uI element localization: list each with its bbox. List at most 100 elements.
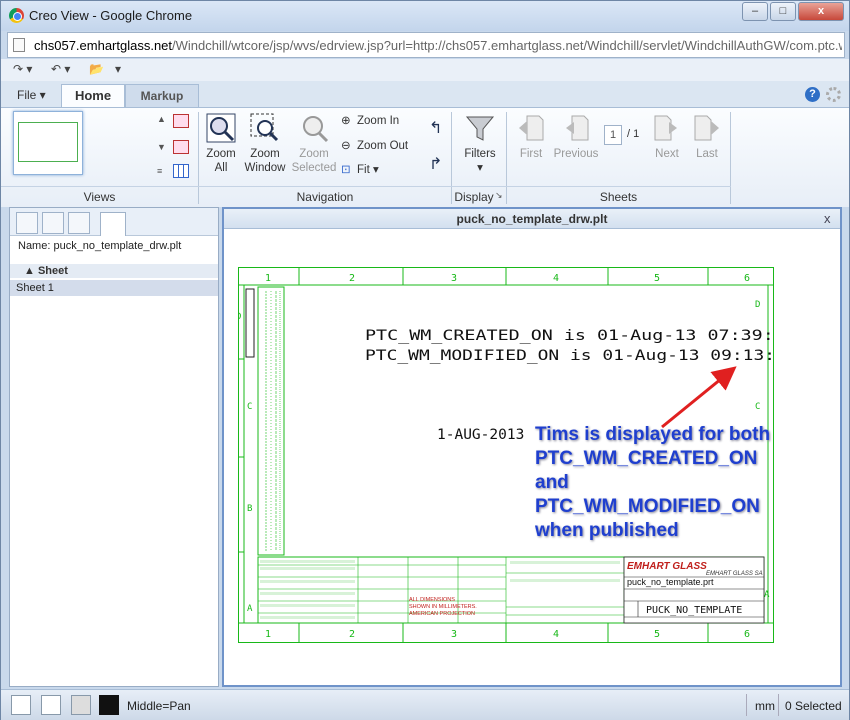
window-title: Creo View - Google Chrome [29, 8, 193, 23]
status-separator [746, 694, 747, 716]
structure-tab-icon[interactable] [16, 212, 38, 234]
url-text[interactable]: chs057.emhartglass.net/Windchill/wtcore/… [34, 38, 842, 53]
rotate-left-icon[interactable]: ↰ [429, 118, 442, 138]
sheet-list-item[interactable]: Sheet 1 [10, 280, 218, 296]
next-label: Next [655, 148, 679, 160]
undo-icon[interactable]: ↶ ▾ [51, 62, 70, 76]
tree-tab-icon[interactable] [68, 212, 90, 234]
quick-access-toolbar: ↷ ▾ ↶ ▾ 📂 ▾ [1, 59, 849, 81]
filters-label: Filters [464, 148, 496, 160]
group-label-navigation: Navigation [296, 190, 354, 204]
status-bar: Middle=Pan mm 0 Selected [1, 689, 849, 720]
annotation-line: and [535, 472, 569, 493]
page-number-input[interactable]: 1 [604, 125, 622, 145]
zoom-selected-label-1: Zoom [299, 148, 329, 160]
group-label-sheets: Sheets [599, 190, 638, 204]
view-delete-icon[interactable] [173, 140, 189, 154]
first-sheet-button[interactable]: First [511, 112, 551, 161]
tab-file-label: File [17, 88, 37, 102]
zoom-window-label-2: Window [244, 162, 286, 174]
views-more-icon[interactable]: ≡ [157, 166, 162, 176]
page-icon [13, 38, 25, 52]
selection-count: 0 Selected [785, 699, 842, 713]
zoom-out-label: Zoom Out [357, 140, 409, 152]
open-folder-icon[interactable]: 📂 [89, 62, 104, 76]
address-bar[interactable]: chs057.emhartglass.net/Windchill/wtcore/… [7, 32, 845, 58]
page-total: / 1 [627, 128, 640, 140]
ribbon: ▲ ▼ ≡ Zoom All Zoom Window Zoom Selected ⊕ Z… [1, 107, 849, 207]
group-label-views: Views [83, 190, 116, 204]
previous-label: Previous [553, 148, 599, 160]
layout-split-icon[interactable] [41, 695, 61, 715]
maximize-button[interactable]: □ [770, 2, 796, 21]
annotation-line: PTC_WM_CREATED_ON [535, 448, 758, 469]
zoom-all-label-2: All [214, 162, 228, 174]
sheet-thumbnail[interactable] [13, 111, 83, 175]
previous-sheet-icon [566, 115, 589, 141]
next-sheet-icon [654, 115, 677, 141]
annotation-callout: Tims is displayed for both PTC_WM_CREATE… [535, 423, 770, 543]
zoom-selected-icon [303, 116, 329, 143]
tab-home[interactable]: Home [61, 84, 125, 107]
zoom-out-icon: ⊖ [341, 140, 351, 152]
title-bar: Creo View - Google Chrome – □ x [1, 1, 849, 31]
filters-button[interactable]: Filters ▾ [459, 112, 501, 175]
group-label-display: Display [454, 190, 494, 204]
first-sheet-icon [519, 115, 544, 141]
tab-markup[interactable]: Markup [125, 84, 199, 107]
zoom-all-label-1: Zoom [206, 148, 236, 160]
view-close-icon[interactable] [173, 114, 189, 128]
loading-icon [826, 87, 841, 102]
annotation-line: PTC_WM_MODIFIED_ON [535, 496, 760, 517]
minimize-button[interactable]: – [742, 2, 768, 21]
zoom-window-icon [250, 113, 279, 142]
zoom-all-icon [206, 113, 236, 143]
ribbon-tabs: File ▾ Home Markup [1, 81, 849, 107]
zoom-out-button[interactable]: ⊖ Zoom Out [341, 139, 408, 153]
zoom-in-button[interactable]: ⊕ Zoom In [341, 114, 399, 128]
units-indicator: mm [755, 699, 775, 713]
redo-icon[interactable]: ↷ ▾ [13, 62, 32, 76]
fit-icon: ⊡ [341, 164, 351, 176]
status-separator [778, 694, 779, 716]
layout-full-icon[interactable] [71, 695, 91, 715]
first-label: First [519, 148, 543, 160]
markup-tab-icon[interactable] [42, 212, 64, 234]
layout-single-icon[interactable] [11, 695, 31, 715]
zoom-window-button[interactable]: Zoom Window [243, 112, 287, 175]
display-dialog-launcher-icon[interactable]: ↘ [495, 190, 503, 201]
zoom-selected-button[interactable]: Zoom Selected [290, 112, 338, 175]
url-path: /Windchill/wtcore/jsp/wvs/edrview.jsp?ur… [172, 38, 842, 53]
sheet-group-header[interactable]: ▲ Sheet [10, 264, 218, 278]
annotation-line: when published [535, 520, 679, 541]
fit-label: Fit [357, 164, 370, 176]
view-grid-icon[interactable] [173, 164, 189, 178]
rotate-right-icon[interactable]: ↱ [429, 154, 442, 174]
last-label: Last [696, 148, 718, 160]
zoom-in-icon: ⊕ [341, 115, 351, 127]
panel-tabs [10, 208, 218, 236]
last-sheet-icon [694, 115, 719, 141]
url-host: chs057.emhartglass.net [34, 38, 173, 53]
next-sheet-button[interactable]: Next [647, 112, 687, 161]
zoom-selected-label-2: Selected [291, 162, 337, 174]
customize-toolbar-icon[interactable]: ▾ [115, 62, 121, 76]
views-scroll-down-icon[interactable]: ▼ [157, 142, 166, 152]
thumbnail-drawing [18, 122, 78, 162]
mouse-mode-icon[interactable] [99, 695, 119, 715]
sheets-tab-icon[interactable] [100, 212, 126, 236]
zoom-window-label-1: Zoom [250, 148, 280, 160]
fit-dropdown[interactable]: ⊡ Fit ▾ [341, 163, 379, 177]
filter-icon [465, 116, 495, 141]
views-scroll-up-icon[interactable]: ▲ [157, 114, 166, 124]
tab-file[interactable]: File ▾ [7, 84, 56, 107]
close-button[interactable]: x [798, 2, 844, 21]
help-icon[interactable]: ? [805, 87, 820, 102]
last-sheet-button[interactable]: Last [687, 112, 727, 161]
left-panel: Name: puck_no_template_drw.plt ▲ Sheet S… [9, 207, 219, 687]
previous-sheet-button[interactable]: Previous [553, 112, 599, 161]
zoom-all-button[interactable]: Zoom All [201, 112, 241, 175]
zoom-in-label: Zoom In [357, 115, 400, 127]
file-name-label: Name: puck_no_template_drw.plt [18, 240, 182, 252]
mouse-mode-text: Middle=Pan [127, 699, 191, 713]
